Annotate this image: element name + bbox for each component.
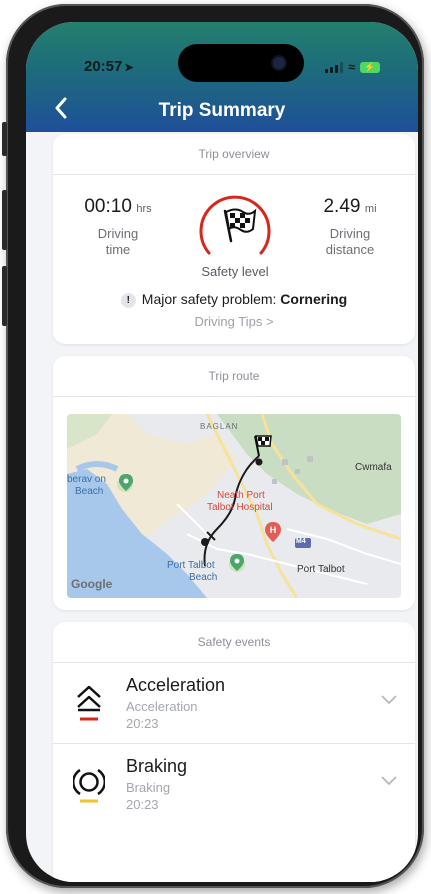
chevron-down-icon[interactable] xyxy=(381,695,397,705)
cellular-signal-icon xyxy=(325,61,344,73)
event-title: Braking xyxy=(126,756,188,776)
safety-gauge xyxy=(193,189,277,261)
driving-time: 00:10 hrs Driving time xyxy=(53,196,183,258)
phone-frame: 20:57 ➤ ≈ ⚡ Trip Summary Trip overview 0… xyxy=(2,4,424,888)
safety-event-row[interactable]: Acceleration Acceleration 20:23 xyxy=(53,663,415,743)
driving-tips-link[interactable]: Driving Tips > xyxy=(53,314,415,329)
event-type: Braking xyxy=(126,780,171,795)
safety-gauge-arc xyxy=(199,195,271,255)
nav-bar: Trip Summary xyxy=(26,96,418,126)
distance-value: 2.49 xyxy=(323,196,361,217)
battery-charging-icon: ⚡ xyxy=(360,61,380,73)
map-label-pt-beach-1: Port Talbot xyxy=(167,560,215,571)
chevron-down-icon[interactable] xyxy=(381,776,397,786)
map-label-aberavon: berav on xyxy=(67,474,106,485)
problem-prefix: Major safety problem: xyxy=(141,291,277,307)
trip-overview-card: Trip overview 00:10 hrs Driving time Saf… xyxy=(53,134,415,344)
trip-overview-header: Trip overview xyxy=(53,134,415,175)
map-label-hospital-2: Talbot Hospital xyxy=(207,502,273,513)
status-icons: ≈ ⚡ xyxy=(325,60,380,74)
exclamation-icon: ! xyxy=(120,293,136,308)
volume-up-button xyxy=(2,190,7,250)
map-label-beach: Beach xyxy=(75,486,104,497)
brake-disc-icon xyxy=(73,768,105,803)
trip-route-header: Trip route xyxy=(53,356,415,397)
trip-route-card: Trip route H BAGLAN Cwmafa berav on Beac… xyxy=(53,356,415,610)
status-time-text: 20:57 xyxy=(84,58,123,75)
main-content: Trip overview 00:10 hrs Driving time Saf… xyxy=(26,132,418,882)
event-time: 20:23 xyxy=(126,797,159,812)
google-logo: Google xyxy=(71,577,113,591)
event-type: Acceleration xyxy=(126,699,198,714)
distance-label-line1: Driving xyxy=(329,226,371,241)
volume-down-button xyxy=(2,266,7,326)
event-title: Acceleration xyxy=(126,675,226,695)
front-camera xyxy=(273,57,285,69)
location-arrow-icon: ➤ xyxy=(124,62,134,74)
page-title: Trip Summary xyxy=(158,100,286,121)
header-bar: 20:57 ➤ ≈ ⚡ Trip Summary xyxy=(26,22,418,132)
distance-unit: mi xyxy=(364,203,377,215)
driving-distance: 2.49 mi Driving distance xyxy=(285,196,415,258)
safety-events-card: Safety events Acceleration Acceleration … xyxy=(53,622,415,882)
map-label-port-talbot: Port Talbot xyxy=(297,564,345,575)
dynamic-island xyxy=(178,44,304,82)
map-label-m4: M4 xyxy=(296,538,306,545)
map-label-baglan: BAGLAN xyxy=(200,422,239,431)
svg-text:H: H xyxy=(270,525,277,535)
status-time: 20:57 ➤ xyxy=(84,58,134,75)
screen: 20:57 ➤ ≈ ⚡ Trip Summary Trip overview 0… xyxy=(26,22,418,882)
problem-value: Cornering xyxy=(280,291,348,307)
checkered-flag-icon xyxy=(223,208,257,243)
event-time: 20:23 xyxy=(126,716,159,731)
map-label-pt-beach-2: Beach xyxy=(189,572,218,583)
major-safety-problem: ! Major safety problem: Cornering xyxy=(53,291,415,308)
wifi-icon: ≈ xyxy=(348,60,355,74)
driving-time-unit: hrs xyxy=(136,203,152,215)
driving-time-label-line2: time xyxy=(105,242,131,257)
action-button xyxy=(2,122,7,156)
safety-level-label: Safety level xyxy=(201,264,269,279)
map-label-cwmafan: Cwmafa xyxy=(355,462,392,473)
distance-label-line2: distance xyxy=(325,242,375,257)
safety-events-header: Safety events xyxy=(53,622,415,663)
driving-time-label-line1: Driving xyxy=(97,226,139,241)
driving-time-label: Driving time xyxy=(53,226,183,258)
driving-time-value: 00:10 xyxy=(84,196,132,217)
distance-label: Driving distance xyxy=(285,226,415,258)
route-map[interactable]: H BAGLAN Cwmafa berav on Beach Neath Por… xyxy=(67,414,401,598)
double-chevron-up-icon xyxy=(77,685,101,721)
map-label-hospital-1: Neath Port xyxy=(217,490,265,501)
safety-event-row[interactable]: Braking Braking 20:23 xyxy=(53,743,415,824)
